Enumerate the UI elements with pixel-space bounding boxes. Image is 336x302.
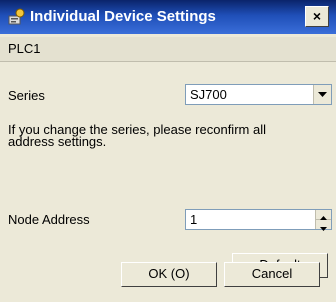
title-bar[interactable]: Individual Device Settings ×: [0, 0, 336, 34]
cancel-button[interactable]: Cancel: [224, 262, 320, 287]
node-address-spinner[interactable]: 1: [185, 209, 332, 231]
settings-wrench-icon: [6, 7, 26, 27]
close-button[interactable]: ×: [305, 6, 329, 27]
node-address-label: Node Address: [8, 212, 90, 227]
individual-device-settings-dialog: Individual Device Settings × PLC1 Series…: [0, 0, 336, 302]
ok-button-label: OK (O): [148, 266, 190, 281]
chevron-down-icon: [318, 92, 327, 97]
spinner-buttons: [315, 210, 331, 231]
plc-name: PLC1: [8, 41, 41, 56]
series-select[interactable]: SJ700: [185, 84, 332, 105]
spin-up-icon[interactable]: [316, 210, 331, 220]
series-value: SJ700: [190, 87, 227, 102]
window-title: Individual Device Settings: [30, 8, 216, 25]
ok-button[interactable]: OK (O): [121, 262, 217, 287]
series-change-warning: If you change the series, please reconfi…: [8, 122, 266, 149]
plc-header: PLC1: [0, 37, 336, 62]
spin-down-icon[interactable]: [316, 220, 331, 231]
series-dropdown-button[interactable]: [313, 85, 331, 104]
series-label: Series: [8, 88, 45, 103]
node-address-value: 1: [190, 212, 198, 227]
